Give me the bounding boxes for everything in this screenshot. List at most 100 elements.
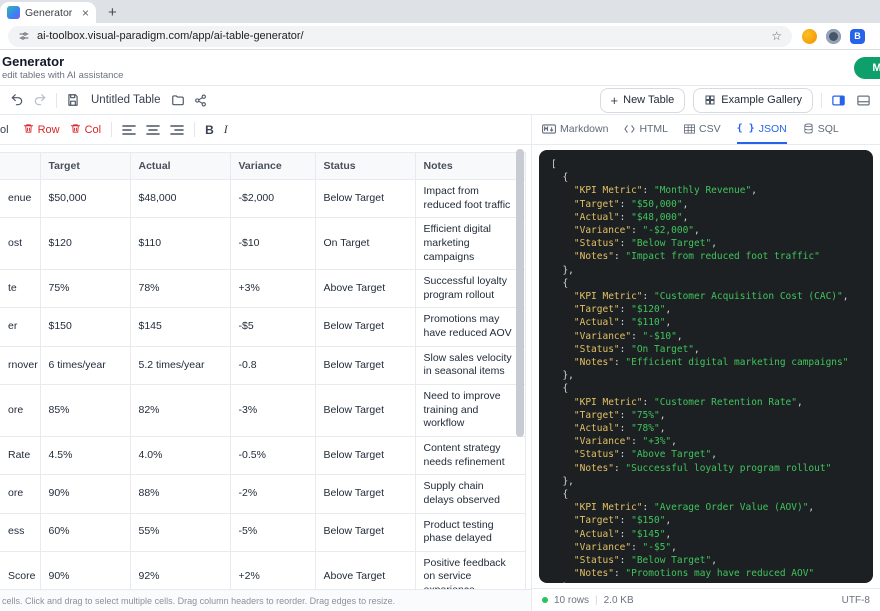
table-cell[interactable]: Impact from reduced foot traffic [415, 180, 525, 218]
table-cell[interactable]: Positive feedback on service experience [415, 551, 525, 589]
table-cell[interactable]: $120 [40, 218, 130, 270]
table-cell[interactable]: Need to improve training and workflow [415, 385, 525, 437]
table-cell[interactable]: Slow sales velocity in seasonal items [415, 346, 525, 384]
example-gallery-button[interactable]: Example Gallery [693, 88, 813, 113]
table-cell[interactable]: 60% [40, 513, 130, 551]
tune-icon[interactable] [18, 30, 30, 42]
table-cell[interactable]: 90% [40, 551, 130, 589]
table-cell[interactable]: er [0, 308, 40, 346]
new-table-button[interactable]: + New Table [600, 88, 686, 113]
align-center-icon[interactable] [146, 124, 160, 136]
column-header[interactable]: Target [40, 153, 130, 180]
table-cell[interactable]: -3% [230, 385, 315, 437]
table-cell[interactable]: $48,000 [130, 180, 230, 218]
table-cell[interactable]: +2% [230, 551, 315, 589]
table-cell[interactable]: Below Target [315, 513, 415, 551]
table-cell[interactable]: +3% [230, 270, 315, 308]
table-cell[interactable]: 4.0% [130, 436, 230, 474]
table-cell[interactable]: -$10 [230, 218, 315, 270]
column-header[interactable]: Actual [130, 153, 230, 180]
table-scrollbar[interactable] [516, 149, 524, 585]
delete-row-button[interactable]: Row [23, 123, 60, 137]
tab-sql[interactable]: SQL [803, 115, 839, 144]
table-cell[interactable]: 75% [40, 270, 130, 308]
tab-csv[interactable]: CSV [684, 115, 721, 144]
clipped-add-col-button[interactable]: ol [0, 124, 9, 136]
table-cell[interactable]: 85% [40, 385, 130, 437]
document-title[interactable]: Untitled Table [91, 94, 160, 106]
cta-button[interactable]: M [854, 57, 880, 79]
table-cell[interactable]: 78% [130, 270, 230, 308]
tab-html[interactable]: HTML [624, 115, 668, 144]
table-cell[interactable]: Product testing phase delayed [415, 513, 525, 551]
table-cell[interactable]: 4.5% [40, 436, 130, 474]
table-cell[interactable]: ore [0, 385, 40, 437]
folder-icon[interactable] [171, 93, 185, 107]
toggle-split-view-icon[interactable] [830, 93, 847, 108]
code-editor[interactable]: [ { "KPI Metric": "Monthly Revenue", "Ta… [539, 150, 873, 583]
column-header[interactable]: Status [315, 153, 415, 180]
table-cell[interactable]: On Target [315, 218, 415, 270]
table-cell[interactable]: ore [0, 475, 40, 513]
table-cell[interactable]: Below Target [315, 346, 415, 384]
table-cell[interactable]: 92% [130, 551, 230, 589]
table-cell[interactable]: 6 times/year [40, 346, 130, 384]
scrollbar-thumb[interactable] [516, 149, 524, 437]
table-cell[interactable]: -5% [230, 513, 315, 551]
italic-button[interactable]: I [224, 122, 228, 137]
table-cell[interactable]: 82% [130, 385, 230, 437]
table-cell[interactable]: enue [0, 180, 40, 218]
bookmark-star-icon[interactable]: ☆ [771, 29, 782, 43]
table-cell[interactable]: 88% [130, 475, 230, 513]
table-cell[interactable]: 5.2 times/year [130, 346, 230, 384]
table-cell[interactable]: Below Target [315, 308, 415, 346]
table-cell[interactable]: Above Target [315, 551, 415, 589]
table-cell[interactable]: Content strategy needs refinement [415, 436, 525, 474]
toggle-bottom-panel-icon[interactable] [855, 93, 872, 108]
table-cell[interactable]: $50,000 [40, 180, 130, 218]
undo-icon[interactable] [10, 93, 24, 107]
tab-close-icon[interactable]: × [82, 7, 89, 19]
bold-button[interactable]: B [205, 123, 214, 137]
new-tab-icon[interactable]: + [108, 5, 117, 20]
table-cell[interactable]: rnover [0, 346, 40, 384]
table-cell[interactable]: Efficient digital marketing campaigns [415, 218, 525, 270]
column-header[interactable]: Variance [230, 153, 315, 180]
table-cell[interactable]: $145 [130, 308, 230, 346]
extension-icon-1[interactable] [802, 29, 817, 44]
delete-col-button[interactable]: Col [70, 123, 102, 137]
table-cell[interactable]: Rate [0, 436, 40, 474]
table-cell[interactable]: -0.8 [230, 346, 315, 384]
table-cell[interactable]: -2% [230, 475, 315, 513]
table-cell[interactable]: Below Target [315, 180, 415, 218]
save-icon[interactable] [66, 93, 80, 107]
table-cell[interactable]: Below Target [315, 385, 415, 437]
table-cell[interactable]: -$2,000 [230, 180, 315, 218]
table-cell[interactable]: -$5 [230, 308, 315, 346]
table-cell[interactable]: $110 [130, 218, 230, 270]
extension-icon-3[interactable]: B [850, 29, 865, 44]
tab-json[interactable]: { } JSON [737, 115, 787, 144]
extension-icon-2[interactable] [826, 29, 841, 44]
table-cell[interactable]: -0.5% [230, 436, 315, 474]
table-cell[interactable]: Above Target [315, 270, 415, 308]
table-cell[interactable]: Below Target [315, 475, 415, 513]
table-cell[interactable]: ess [0, 513, 40, 551]
column-header[interactable]: Notes [415, 153, 525, 180]
table-cell[interactable]: Below Target [315, 436, 415, 474]
table-cell[interactable]: Supply chain delays observed [415, 475, 525, 513]
table-cell[interactable]: $150 [40, 308, 130, 346]
table-cell[interactable]: 90% [40, 475, 130, 513]
share-icon[interactable] [194, 94, 207, 107]
column-header[interactable] [0, 153, 40, 180]
table-cell[interactable]: Successful loyalty program rollout [415, 270, 525, 308]
table-cell[interactable]: Promotions may have reduced AOV [415, 308, 525, 346]
browser-tab[interactable]: Generator × [0, 2, 96, 23]
table-cell[interactable]: ost [0, 218, 40, 270]
redo-icon[interactable] [33, 93, 47, 107]
align-left-icon[interactable] [122, 124, 136, 136]
url-field[interactable]: ai-toolbox.visual-paradigm.com/app/ai-ta… [8, 26, 792, 47]
tab-markdown[interactable]: Markdown [542, 115, 608, 144]
table-cell[interactable]: te [0, 270, 40, 308]
table-cell[interactable]: Score [0, 551, 40, 589]
